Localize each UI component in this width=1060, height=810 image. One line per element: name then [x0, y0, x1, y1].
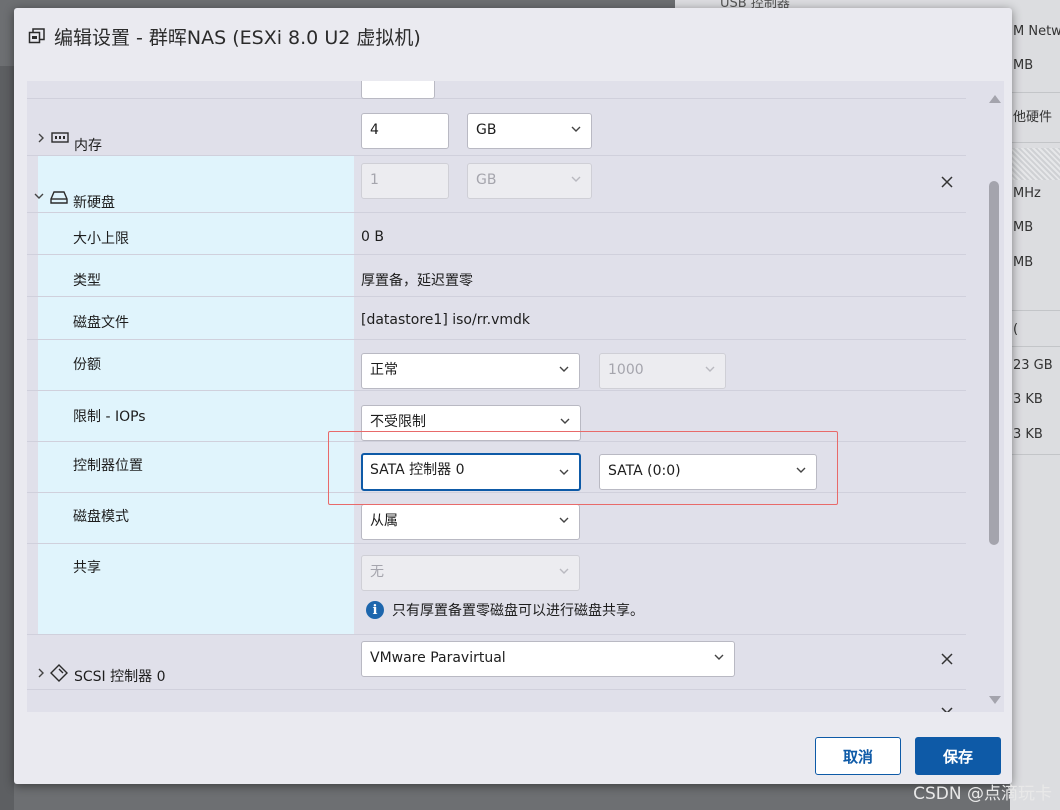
disk-size-input[interactable]: 1: [361, 163, 449, 199]
sharing-label: 共享: [73, 560, 101, 576]
shares-row: 份额 正常 1000: [27, 340, 966, 391]
bg-pattern: [1010, 148, 1060, 180]
disk-mode-label: 磁盘模式: [73, 509, 129, 525]
disk-file-label: 磁盘文件: [73, 315, 129, 331]
vertical-scrollbar[interactable]: [984, 81, 1004, 712]
disk-mode-select[interactable]: 从属: [361, 504, 580, 540]
shares-amount-select[interactable]: 1000: [599, 353, 726, 389]
chevron-down-icon[interactable]: [33, 190, 45, 202]
max-size-label: 大小上限: [73, 231, 129, 247]
chevron-down-icon: [559, 568, 569, 574]
memory-size-input[interactable]: 4: [361, 113, 449, 149]
chevron-down-icon: [560, 418, 570, 424]
hardware-list: 内存 4 GB 新硬盘 1 GB 大小上限 0 B 类型 厚置备，延迟置零 磁盘…: [27, 81, 984, 712]
bg-3kb-2: 3 KB: [1013, 427, 1043, 442]
bg-paren: (: [1013, 322, 1019, 337]
chevron-down-icon: [705, 366, 715, 372]
watermark: CSDN @点滴玩卡: [913, 784, 1052, 804]
dialog-header: 编辑设置 - 群晖NAS (ESXi 8.0 U2 虚拟机): [28, 24, 421, 49]
disk-file-value: [datastore1] iso/rr.vmdk: [361, 312, 531, 328]
disk-unit-select[interactable]: GB: [467, 163, 592, 199]
hard-disk-icon: [50, 191, 68, 204]
max-size-row: 大小上限 0 B: [27, 213, 966, 255]
edit-settings-dialog: 编辑设置 - 群晖NAS (ESXi 8.0 U2 虚拟机) 内存 4 GB 新…: [14, 8, 1012, 784]
scroll-thumb[interactable]: [989, 181, 999, 545]
partial-row: [27, 81, 966, 99]
sharing-row: 共享 无 i 只有厚置备置零磁盘可以进行磁盘共享。: [27, 544, 966, 635]
type-label: 类型: [73, 273, 101, 289]
remove-device-icon[interactable]: [941, 707, 953, 712]
scsi-controller-row[interactable]: SCSI 控制器 0 VMware Paravirtual: [27, 635, 966, 690]
sharing-select[interactable]: 无: [361, 555, 580, 591]
remove-disk-icon[interactable]: [941, 176, 953, 188]
chevron-down-icon: [559, 366, 569, 372]
virtual-machine-icon: [28, 27, 46, 45]
shares-label: 份额: [73, 357, 101, 373]
chevron-right-icon[interactable]: [35, 667, 47, 679]
chevron-down-icon: [571, 176, 581, 182]
limit-iops-label: 限制 - IOPs: [73, 409, 146, 425]
bg-mhz: MHz: [1013, 186, 1041, 201]
scsi-controller-label: SCSI 控制器 0: [74, 669, 166, 685]
bg-mb-2: MB: [1013, 220, 1034, 235]
bg-mb-3: MB: [1013, 255, 1034, 270]
remove-controller-icon[interactable]: [941, 653, 953, 665]
annotation-highlight: [328, 431, 838, 505]
memory-row[interactable]: 内存 4 GB: [27, 99, 966, 156]
partial-bottom-row: [27, 690, 966, 712]
background-left-strip: [0, 66, 14, 810]
memory-label: 内存: [74, 138, 102, 154]
chevron-down-icon: [559, 517, 569, 523]
bg-network: M Netw: [1013, 24, 1060, 39]
disk-file-row: 磁盘文件 [datastore1] iso/rr.vmdk: [27, 297, 966, 340]
max-size-value: 0 B: [361, 229, 384, 245]
new-disk-label: 新硬盘: [73, 195, 115, 211]
scroll-down-arrow-icon[interactable]: [989, 696, 1001, 704]
bg-3kb-1: 3 KB: [1013, 392, 1043, 407]
memory-icon: [51, 132, 69, 143]
scroll-up-arrow-icon[interactable]: [989, 95, 1001, 103]
memory-unit-select[interactable]: GB: [467, 113, 592, 149]
partial-input[interactable]: [361, 81, 435, 99]
new-disk-row[interactable]: 新硬盘 1 GB: [27, 156, 966, 213]
bg-mb-1: MB: [1013, 58, 1034, 73]
info-icon: i: [366, 601, 384, 619]
controller-location-label: 控制器位置: [73, 458, 143, 474]
type-value: 厚置备，延迟置零: [361, 273, 473, 289]
chevron-down-icon: [571, 126, 581, 132]
dialog-title: 编辑设置 - 群晖NAS (ESXi 8.0 U2 虚拟机): [54, 26, 421, 49]
chevron-right-icon[interactable]: [35, 132, 47, 144]
save-button[interactable]: 保存: [915, 737, 1001, 775]
type-row: 类型 厚置备，延迟置零: [27, 255, 966, 297]
shares-select[interactable]: 正常: [361, 353, 580, 389]
scsi-type-select[interactable]: VMware Paravirtual: [361, 641, 735, 677]
bg-23gb: 23 GB: [1013, 358, 1053, 373]
sharing-info: i 只有厚置备置零磁盘可以进行磁盘共享。: [366, 600, 644, 620]
controller-icon: [50, 664, 68, 682]
bg-other-hardware: 他硬件: [1013, 110, 1053, 125]
cancel-button[interactable]: 取消: [815, 737, 901, 775]
chevron-down-icon: [714, 654, 724, 660]
